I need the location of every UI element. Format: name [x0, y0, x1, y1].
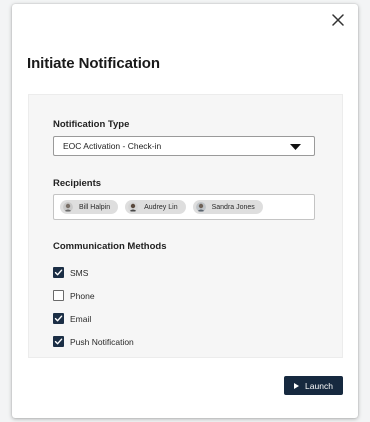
- avatar: [63, 202, 73, 212]
- method-label: Email: [70, 313, 92, 324]
- method-label: Push Notification: [70, 336, 134, 347]
- launch-label: Launch: [305, 380, 333, 391]
- checkbox-checked[interactable]: [53, 313, 64, 324]
- page-backdrop: Initiate Notification Notification Type …: [0, 0, 370, 422]
- recipient-chip[interactable]: Audrey Lin: [125, 200, 186, 214]
- checkbox-unchecked[interactable]: [53, 290, 64, 301]
- method-sms-checkbox[interactable]: SMS: [53, 267, 88, 278]
- avatar: [128, 202, 139, 212]
- notification-form-panel: Notification Type EOC Activation - Check…: [28, 94, 343, 358]
- method-phone-checkbox[interactable]: Phone: [53, 290, 95, 301]
- recipient-name: Bill Halpin: [79, 203, 111, 211]
- method-label: SMS: [70, 267, 89, 278]
- play-icon: [294, 382, 300, 389]
- check-icon: [54, 338, 63, 345]
- check-icon: [54, 315, 63, 322]
- check-icon: [54, 269, 63, 276]
- recipients-field[interactable]: Bill Halpin Audrey Lin Sandra Jones: [53, 194, 315, 220]
- method-email-checkbox[interactable]: Email: [53, 313, 91, 324]
- notification-dialog: Initiate Notification Notification Type …: [12, 4, 358, 418]
- notification-type-label: Notification Type: [53, 119, 130, 130]
- recipient-chip[interactable]: Bill Halpin: [60, 200, 119, 214]
- communication-methods-label: Communication Methods: [53, 241, 167, 252]
- recipient-name: Audrey Lin: [144, 203, 178, 211]
- recipients-label: Recipients: [53, 178, 102, 189]
- close-button[interactable]: [328, 10, 348, 30]
- caret-down-icon: [290, 144, 301, 150]
- checkbox-checked[interactable]: [53, 267, 64, 278]
- notification-type-value: EOC Activation - Check-in: [63, 141, 162, 151]
- checkbox-checked[interactable]: [53, 336, 64, 347]
- notification-type-select[interactable]: EOC Activation - Check-in: [53, 136, 315, 156]
- recipient-name: Sandra Jones: [211, 203, 255, 211]
- method-push-notification-checkbox[interactable]: Push Notification: [53, 336, 134, 347]
- launch-button[interactable]: Launch: [284, 376, 343, 395]
- recipient-chip[interactable]: Sandra Jones: [192, 200, 263, 214]
- dialog-title: Initiate Notification: [27, 55, 160, 72]
- close-icon: [332, 14, 344, 26]
- method-label: Phone: [70, 290, 95, 301]
- avatar: [195, 202, 206, 212]
